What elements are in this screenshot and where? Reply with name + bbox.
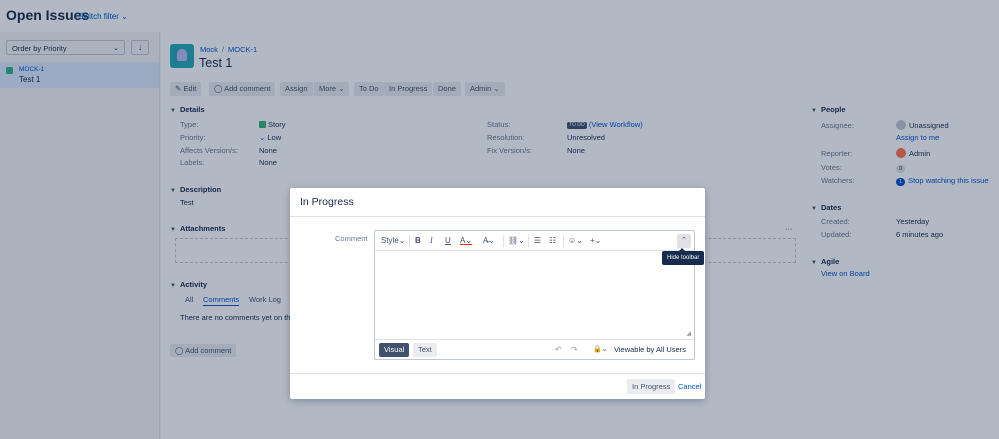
dialog-footer-divider [290,373,705,374]
italic-icon[interactable]: I [430,236,433,246]
text-mode-tab[interactable]: Text [413,343,437,357]
bold-icon[interactable]: B [415,236,421,246]
chevron-down-icon: ⌄ [594,236,602,245]
text-color-icon[interactable]: A⌄ [460,236,472,246]
comment-label: Comment [335,234,368,243]
editor-toolbar: Style⌄ B I U A⌄ A̶⌄ ⛓⌄ ☰ ☷ ☺⌄ +⌄ ⌃ [375,231,694,251]
chevron-down-icon: ⌄ [518,236,525,245]
link-icon[interactable]: ⛓⌄ [508,236,525,246]
chevron-down-icon: ⌄ [465,236,473,245]
style-dropdown-label: Style [381,236,399,245]
resize-handle-icon[interactable]: ◢ [686,330,691,337]
style-dropdown[interactable]: Style⌄ [381,236,406,246]
undo-icon[interactable]: ↶ [555,345,562,354]
redo-icon[interactable]: ↷ [571,345,578,354]
chevron-down-icon: ⌄ [601,346,608,353]
hide-toolbar-tooltip: Hide toolbar [662,248,705,265]
editor-footer: Visual Text ↶ ↷ 🔒⌄ Viewable by All Users [375,339,694,359]
toolbar-separator [409,235,410,247]
in-progress-submit-button[interactable]: In Progress [627,379,676,394]
toolbar-separator [503,235,504,247]
chevron-down-icon: ⌄ [488,236,496,245]
comment-editor: Style⌄ B I U A⌄ A̶⌄ ⛓⌄ ☰ ☷ ☺⌄ +⌄ ⌃ ◢ Vis… [374,230,695,360]
chevron-down-icon: ⌄ [398,236,406,245]
emoji-icon[interactable]: ☺⌄ [568,236,583,246]
dialog-divider [290,216,705,217]
hide-toolbar-button[interactable]: ⌃ [677,234,691,248]
numbered-list-icon[interactable]: ☷ [549,236,556,246]
comment-textarea[interactable]: ◢ [375,252,694,339]
transition-dialog: In Progress Comment Style⌄ B I U A⌄ A̶⌄ … [290,188,705,399]
cancel-link[interactable]: Cancel [678,382,701,391]
dialog-title: In Progress [300,196,354,208]
underline-icon[interactable]: U [445,236,451,246]
text-format-icon[interactable]: A̶⌄ [483,236,495,246]
toolbar-separator [563,235,564,247]
visibility-label: Viewable by All Users [614,345,686,354]
double-chevron-up-icon: ⌃ [681,237,687,244]
visual-mode-tab[interactable]: Visual [379,343,410,357]
bullet-list-icon[interactable]: ☰ [534,236,541,246]
toolbar-separator [528,235,529,247]
visibility-lock-icon[interactable]: 🔒⌄ [593,345,608,353]
chevron-down-icon: ⌄ [576,236,583,245]
insert-more-icon[interactable]: +⌄ [590,236,601,246]
